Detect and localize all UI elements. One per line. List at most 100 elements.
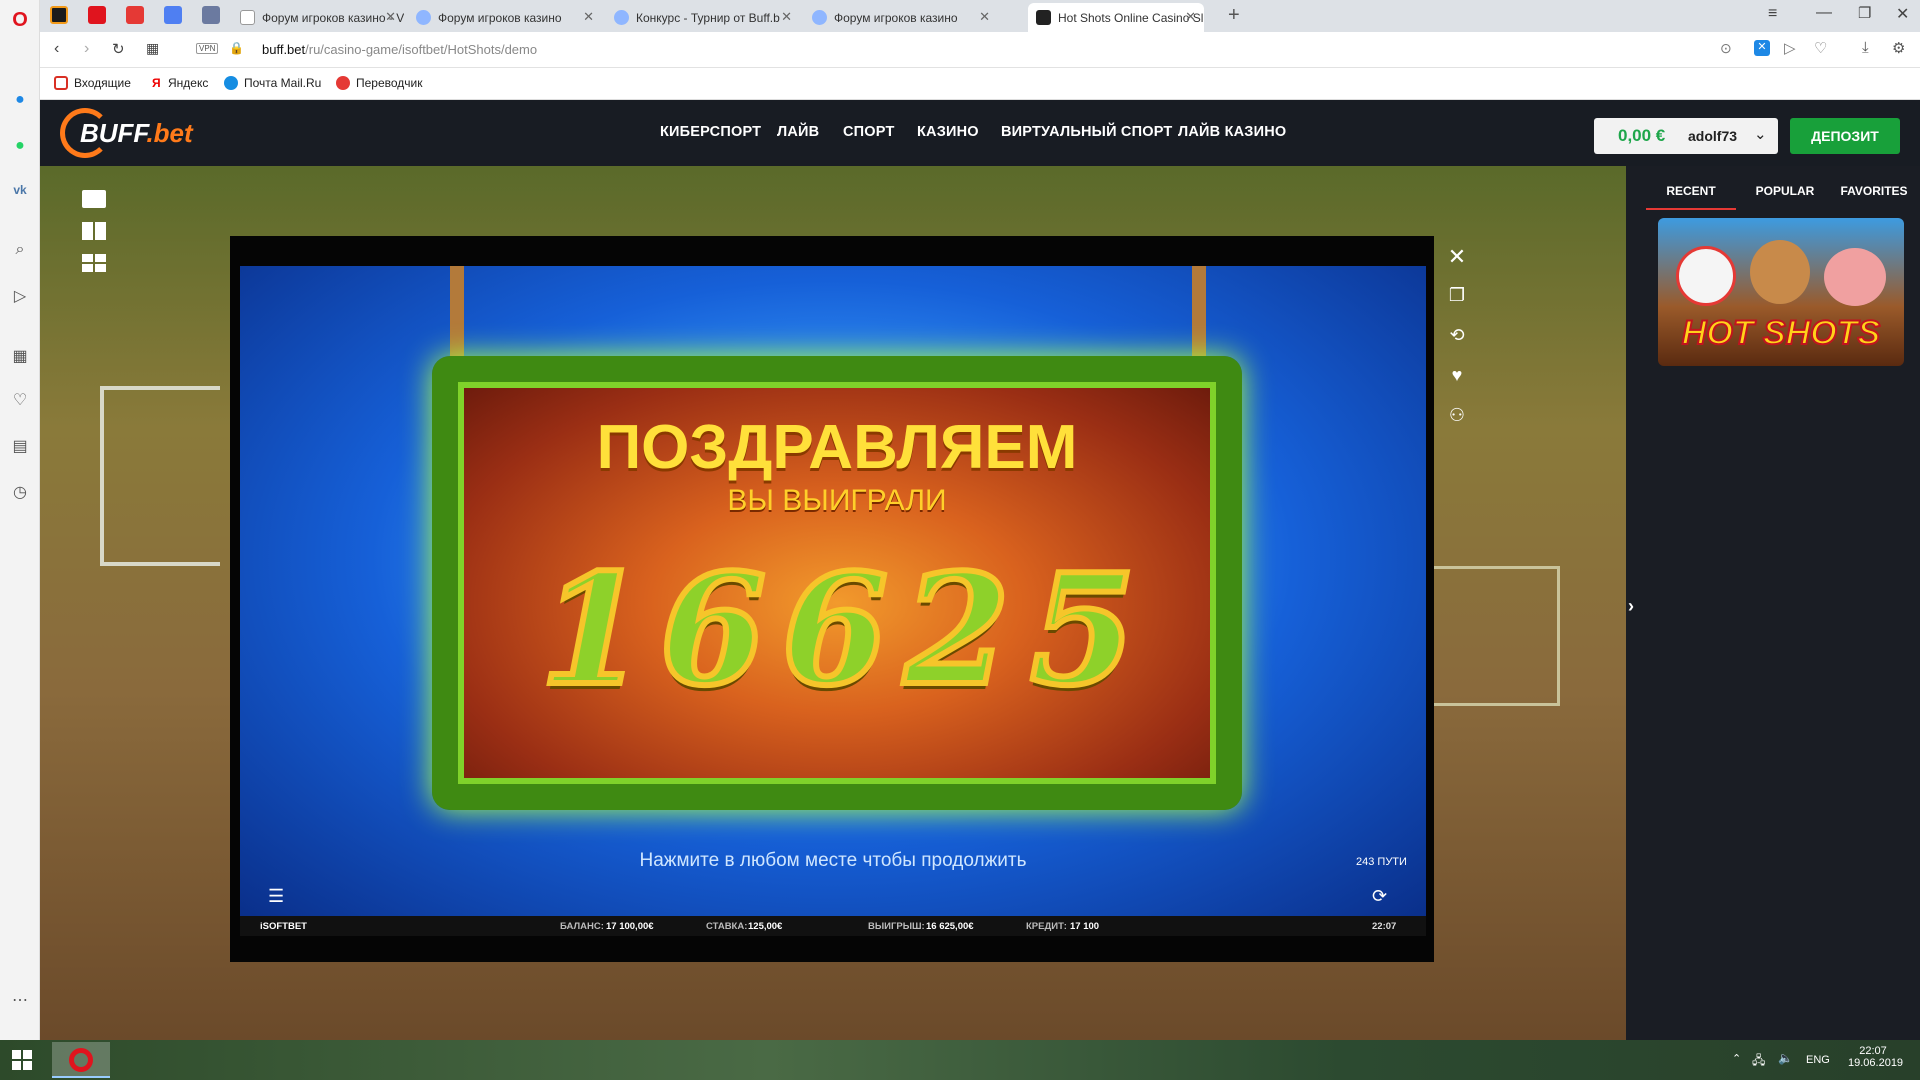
vpn-badge[interactable]: VPN xyxy=(196,43,219,54)
forward-icon[interactable]: › xyxy=(84,40,89,58)
nav-live-casino[interactable]: ЛАЙВ КАЗИНО xyxy=(1178,124,1286,140)
pinned-tab-icon[interactable] xyxy=(202,6,220,24)
tab[interactable]: Конкурс - Турнир от Buff.b ✕ xyxy=(606,3,800,32)
extension-icon[interactable]: ✕ xyxy=(1754,40,1770,56)
minimize-icon[interactable]: — xyxy=(1816,4,1832,22)
opera-sidebar: O ● ● vk ⌕ ▷ ▦ ♡ ▤ ◷ ⋯ xyxy=(0,0,40,1040)
multiplayer-icon[interactable]: ⚇ xyxy=(1440,398,1474,432)
close-window-icon[interactable]: ✕ xyxy=(1896,4,1909,24)
heart-icon[interactable]: ♥ xyxy=(1440,358,1474,392)
bookmark-label: Входящие xyxy=(74,76,131,90)
logo-suffix: .bet xyxy=(146,118,193,148)
heart-icon[interactable]: ♡ xyxy=(8,388,32,412)
history-icon[interactable]: ◷ xyxy=(8,480,32,504)
bookmark-yandex[interactable]: Я Яндекс xyxy=(152,76,208,90)
win-headline: ПОЗДРАВЛЯЕМ xyxy=(596,413,1078,482)
win-value: 16 625,00€ xyxy=(926,921,974,932)
nav-casino[interactable]: КАЗИНО xyxy=(917,124,979,140)
mailru-icon xyxy=(224,76,238,90)
tab-menu-icon[interactable]: ≡ xyxy=(1768,5,1777,23)
whatsapp-icon[interactable]: ● xyxy=(8,134,32,158)
tab-favorites[interactable]: FAVORITES xyxy=(1832,176,1916,210)
send-icon[interactable]: ▷ xyxy=(1784,39,1796,57)
forum-icon xyxy=(416,10,431,25)
replay-icon[interactable]: ⟳ xyxy=(1372,886,1387,907)
yandex-icon: Я xyxy=(152,76,161,90)
balance-label: БАЛАНС: xyxy=(560,921,604,932)
taskbar-opera-button[interactable] xyxy=(52,1042,110,1078)
nav-esports[interactable]: КИБЕРСПОРТ xyxy=(660,124,761,140)
deposit-button[interactable]: ДЕПОЗИТ xyxy=(1790,118,1900,154)
tab-title: Форум игроков казино xyxy=(834,10,958,25)
bookmark-mailru[interactable]: Почта Mail.Ru xyxy=(224,76,321,90)
pinned-tab-icon[interactable] xyxy=(164,6,182,24)
account-dropdown[interactable]: 0,00 € adolf73 ⌄ xyxy=(1594,118,1778,154)
casino-icon xyxy=(1036,10,1051,25)
new-tab-icon[interactable]: + xyxy=(1228,4,1240,27)
messenger-icon[interactable]: ● xyxy=(8,88,32,112)
reload-icon[interactable]: ↻ xyxy=(112,40,125,58)
nav-virtual-sport[interactable]: ВИРТУАЛЬНЫЙ СПОРТ xyxy=(1001,124,1172,140)
bet-label: СТАВКА: xyxy=(706,921,748,932)
vk-icon[interactable]: vk xyxy=(8,178,32,202)
single-view-icon[interactable] xyxy=(82,190,106,208)
taskbar-clock[interactable]: 22:07 19.06.2019 xyxy=(1848,1045,1903,1069)
language-indicator[interactable]: ENG xyxy=(1806,1054,1830,1066)
close-tab-icon[interactable]: ✕ xyxy=(979,9,990,25)
tab[interactable]: Форум игроков казино ✕ xyxy=(804,3,998,32)
tabs-grid-icon[interactable]: ▦ xyxy=(146,40,159,57)
search-icon[interactable]: ⌕ xyxy=(8,238,32,262)
network-icon[interactable]: 🖧 xyxy=(1752,1051,1765,1072)
bet-value: 125,00€ xyxy=(748,921,783,932)
download-icon[interactable]: ⤓ xyxy=(1862,39,1869,56)
close-tab-icon[interactable]: ✕ xyxy=(583,9,594,25)
ways-label: 243 ПУТИ xyxy=(1356,856,1407,868)
bookmarks-bar: Входящие Я Яндекс Почта Mail.Ru Переводчи… xyxy=(40,68,1920,100)
pinned-tab-icon[interactable] xyxy=(126,6,144,24)
close-tab-icon[interactable]: ✕ xyxy=(1185,9,1196,25)
refresh-icon[interactable]: ⟲ xyxy=(1440,318,1474,352)
site-logo[interactable]: BUFF.bet xyxy=(80,118,193,149)
forum-icon xyxy=(614,10,629,25)
lock-icon[interactable]: 🔒 xyxy=(229,41,244,55)
close-tab-icon[interactable]: ✕ xyxy=(385,9,396,25)
quad-view-icon[interactable] xyxy=(82,254,106,272)
send-icon[interactable]: ▷ xyxy=(8,284,32,308)
bookmark-translator[interactable]: Переводчик xyxy=(336,76,423,90)
win-digit: 6 xyxy=(779,537,891,722)
split-view-icon[interactable] xyxy=(82,222,106,240)
tab-recent[interactable]: RECENT xyxy=(1646,176,1736,210)
windows-start-icon[interactable] xyxy=(12,1050,32,1070)
tab[interactable]: Форум игроков казино ✕ xyxy=(408,3,602,32)
url-field[interactable]: buff.bet/ru/casino-game/isoftbet/HotShot… xyxy=(262,42,537,57)
more-icon[interactable]: ⋯ xyxy=(8,988,32,1012)
tray-arrow-icon[interactable]: ⌃ xyxy=(1732,1052,1741,1065)
pinned-tab-icon[interactable] xyxy=(88,6,106,24)
opera-logo-icon[interactable]: O xyxy=(8,8,32,32)
restore-icon[interactable]: ❐ xyxy=(1858,4,1871,22)
tab-title: Hot Shots Online Casino Sl xyxy=(1058,10,1204,25)
pop-out-icon[interactable]: ❐ xyxy=(1440,278,1474,312)
chevron-right-icon[interactable]: › xyxy=(1628,596,1634,617)
speed-dial-icon[interactable]: ▦ xyxy=(8,344,32,368)
heart-icon[interactable]: ♡ xyxy=(1814,39,1827,57)
goal-post-decoration xyxy=(100,386,220,566)
nav-sport[interactable]: СПОРТ xyxy=(843,124,895,140)
credit-label: КРЕДИТ: xyxy=(1026,921,1067,932)
tab-popular[interactable]: POPULAR xyxy=(1742,176,1828,210)
close-game-icon[interactable]: ✕ xyxy=(1440,240,1474,274)
pinned-tab-icon[interactable] xyxy=(50,6,68,24)
address-bar: ‹ › ↻ ▦ VPN 🔒 buff.bet/ru/casino-game/is… xyxy=(40,32,1920,68)
close-tab-icon[interactable]: ✕ xyxy=(781,9,792,25)
tab[interactable]: Форум игроков казино - V ✕ xyxy=(232,3,404,32)
nav-live[interactable]: ЛАЙВ xyxy=(777,124,819,140)
news-icon[interactable]: ▤ xyxy=(8,434,32,458)
camera-icon[interactable]: ⊙ xyxy=(1720,40,1732,57)
recent-game-thumbnail[interactable]: HOT SHOTS xyxy=(1658,218,1904,366)
settings-icon[interactable]: ⚙ xyxy=(1892,39,1905,57)
back-icon[interactable]: ‹ xyxy=(54,40,59,58)
bookmark-gmail[interactable]: Входящие xyxy=(54,76,131,90)
menu-icon[interactable]: ☰ xyxy=(268,886,284,907)
tab-active[interactable]: Hot Shots Online Casino Sl ✕ xyxy=(1028,3,1204,32)
volume-icon[interactable]: 🔈 xyxy=(1778,1051,1793,1065)
